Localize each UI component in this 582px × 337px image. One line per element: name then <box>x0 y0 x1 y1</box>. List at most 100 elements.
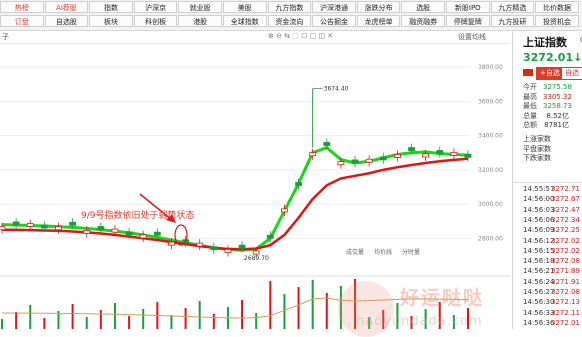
tick-row: 14:55:573272.71 <box>523 185 580 194</box>
candle-body <box>153 231 161 236</box>
volume-bar <box>29 305 32 329</box>
candle-body <box>309 152 317 157</box>
menu-item[interactable]: 融资融券 <box>401 15 445 27</box>
tick-time: 14:56:33 <box>523 308 555 317</box>
menu-item[interactable]: 涨跌分布 <box>356 1 401 13</box>
menu-item[interactable]: 九方指数 <box>267 1 312 13</box>
stat-row: 总额 8781亿 <box>523 121 569 130</box>
stat-label: 最高 <box>523 92 537 101</box>
add-watchlist-button[interactable]: +自选 <box>536 67 564 80</box>
tick-price: 3272.34 <box>551 215 580 224</box>
watermark: 好运哒哒 haoyundada.com <box>338 281 513 337</box>
volume-bar <box>170 315 173 329</box>
zoom-icons[interactable]: ⊕ ⊖ ⇆ ⬚ ☐ ▢ ◫ ✕ <box>268 32 333 40</box>
watchlist-button[interactable]: 自选 <box>561 67 582 80</box>
candle-body <box>125 231 133 236</box>
candle-body <box>379 156 387 161</box>
candle-body <box>266 234 274 239</box>
candle-body <box>210 246 218 251</box>
tick-time: 14:55:57 <box>523 185 555 193</box>
count-row: 平盘家数 <box>523 144 551 153</box>
candle-body <box>337 161 345 166</box>
menu-item[interactable]: 选股 <box>401 1 445 13</box>
menu-item[interactable]: 订盘 <box>0 15 44 27</box>
chart-annotation: 9/9号指数依旧处于弱势状态 <box>81 211 195 221</box>
menu-row-1: 热榜 AI荐股 指数 沪深京 就业股 美股 九方指数 沪深港通 涨跌分布 选股 新股IPO 九方精选比… <box>0 1 582 15</box>
tick-time: 14:56:24 <box>523 277 555 286</box>
tick-time: 14:56:30 <box>523 298 555 307</box>
top-menu-bar: 热榜 AI荐股 指数 沪深京 就业股 美股 九方指数 沪深港通 涨跌分布 选股 新股IPO 九方精选比… <box>0 0 582 31</box>
low-label: 2689.70 <box>244 255 269 262</box>
tick-price: 3272.11 <box>551 308 580 317</box>
tick-price: 3272.67 <box>551 195 580 204</box>
menu-item[interactable]: 九方投研 <box>490 15 535 27</box>
count-row: 上涨家数 <box>523 135 551 143</box>
menu-item[interactable]: 板块 <box>89 15 133 27</box>
candle-body <box>12 221 20 226</box>
menu-item[interactable]: 指数 <box>89 1 133 13</box>
menu-item[interactable]: 热榜 <box>0 1 44 13</box>
candle-body <box>55 226 62 231</box>
menu-item[interactable]: 沪深京 <box>133 1 178 13</box>
tick-price: 3272.08 <box>551 288 580 296</box>
volume-bar <box>113 303 116 329</box>
menu-item[interactable]: 美股 <box>223 1 267 13</box>
watermark-en: haoyundada.com <box>356 314 483 329</box>
volume-bar <box>198 301 201 329</box>
volume-legend-item: 成交量 <box>346 248 364 256</box>
tick-row: 14:56:003272.67 <box>523 195 580 204</box>
volume-bar <box>269 281 272 329</box>
volume-legend-item: 分时量 <box>402 248 420 256</box>
volume-bar <box>1 319 3 329</box>
tick-row: 14:56:153272.02 <box>523 247 580 256</box>
menu-item[interactable]: 比价数据 <box>535 1 579 13</box>
stat-value: 3305.32 <box>543 92 572 101</box>
menu-item[interactable]: 九方精选 <box>490 1 535 13</box>
menu-item[interactable]: 龙虎榜单 <box>356 15 401 27</box>
volume-bar <box>212 314 215 329</box>
stat-row: 今开 3275.58 <box>523 83 572 92</box>
menu-item[interactable]: 投资机会 <box>535 15 579 27</box>
candle-body <box>393 154 401 158</box>
tick-row: 14:56:063272.34 <box>523 215 580 225</box>
tick-price: 3272.08 <box>551 257 580 266</box>
stat-label: 总量 <box>523 111 537 120</box>
menu-item[interactable]: 资金流向 <box>267 15 312 27</box>
menu-item[interactable]: 港股 <box>178 15 222 27</box>
tick-price: 3272.02 <box>551 236 580 245</box>
tick-price: 3272.13 <box>551 298 580 307</box>
menu-item[interactable]: 沪深港通 <box>312 1 356 13</box>
y-tick-label: 3400.00 <box>478 133 503 140</box>
menu-item[interactable]: 自选股 <box>44 15 89 27</box>
tick-price: 3272.01 <box>551 318 580 327</box>
menu-item[interactable]: 停牌复牌 <box>446 15 490 27</box>
candle-body <box>323 142 331 146</box>
stat-row: 最低 3258.73 <box>523 102 572 111</box>
ma-settings-button[interactable]: 设置均线 <box>458 32 486 42</box>
tick-time: 14:56:06 <box>523 215 555 224</box>
menu-item[interactable]: AI荐股 <box>44 1 89 13</box>
tick-price: 3272.25 <box>551 226 580 235</box>
candle-body <box>450 151 458 156</box>
tick-time: 14:56:36 <box>523 318 555 327</box>
candle-body <box>238 244 246 249</box>
stat-value: 3258.73 <box>543 102 572 110</box>
tick-row: 14:56:303272.13 <box>523 298 580 307</box>
y-tick-label: 3800.00 <box>478 64 503 71</box>
menu-item[interactable]: 全球指数 <box>223 15 267 27</box>
kline-chart[interactable]: 2800.00 3000.00 3200.00 3400.00 3600.00 3800.… <box>0 44 513 337</box>
stat-row: 最高 3305.32 <box>523 92 572 102</box>
candle-body <box>69 221 77 226</box>
menu-item[interactable]: 就业股 <box>178 1 222 13</box>
menu-item[interactable]: 公告掘金 <box>312 15 356 27</box>
tick-row: 14:56:093272.25 <box>523 226 580 235</box>
tick-time: 14:56:00 <box>523 195 555 204</box>
tick-price: 3271.89 <box>551 267 580 276</box>
menu-item[interactable]: 新股IPO <box>446 1 490 13</box>
volume-bar <box>283 294 286 329</box>
candle-body <box>464 153 472 158</box>
candle-body <box>111 228 119 233</box>
menu-item[interactable]: 科创板 <box>133 15 178 27</box>
tick-row: 14:56:213271.89 <box>523 267 580 276</box>
stat-label: 最低 <box>523 102 537 110</box>
